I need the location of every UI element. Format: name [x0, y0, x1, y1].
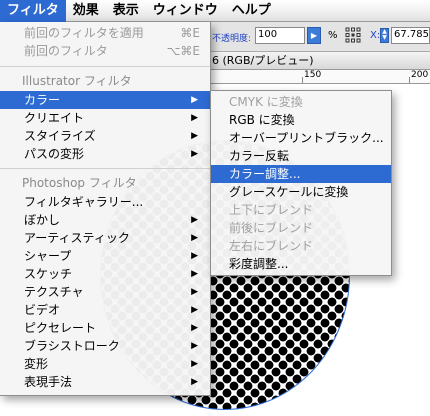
ruler-tick [409, 77, 410, 83]
menu-item-create[interactable]: クリエイト ▶ [0, 109, 210, 127]
menu-item-stylize-ps[interactable]: 表現手法 ▶ [0, 373, 210, 391]
menu-item-texture[interactable]: テクスチャ ▶ [0, 283, 210, 301]
submenu-item-convert-cmyk[interactable]: CMYK に変換 [211, 93, 391, 111]
menu-item-stylize[interactable]: スタイライズ ▶ [0, 127, 210, 145]
menu-item-sharpen[interactable]: シャープ ▶ [0, 247, 210, 265]
menu-view[interactable]: 表示 [106, 0, 146, 22]
menu-item-pixelate[interactable]: ピクセレート ▶ [0, 319, 210, 337]
menu-item-artistic[interactable]: アーティスティック ▶ [0, 229, 210, 247]
ruler-label: 150 [304, 70, 322, 80]
submenu-arrow-icon: ▶ [191, 287, 198, 297]
x-input[interactable]: 67.785 [391, 27, 430, 44]
x-label: X: [370, 30, 381, 41]
menu-item-distort-transform[interactable]: パスの変形 ▶ [0, 145, 210, 163]
submenu-arrow-icon: ▶ [191, 269, 198, 279]
submenu-arrow-icon: ▶ [191, 377, 198, 387]
horizontal-ruler: 150 200 [210, 70, 430, 84]
document-title: 6 (RGB/プレビュー) [210, 52, 430, 70]
menu-effect[interactable]: 効果 [66, 0, 106, 22]
submenu-arrow-icon: ▶ [191, 251, 198, 261]
filter-menu: 前回のフィルタを適用 ⌘E 前回のフィルタ ⌥⌘E Illustrator フィ… [0, 22, 211, 396]
submenu-arrow-icon: ▶ [191, 359, 198, 369]
opacity-label: 不透明度: [212, 34, 252, 44]
submenu-item-saturate[interactable]: 彩度調整... [211, 255, 391, 273]
submenu-item-invert-colors[interactable]: カラー反転 [211, 147, 391, 165]
menu-item-video[interactable]: ビデオ ▶ [0, 301, 210, 319]
submenu-item-adjust-colors[interactable]: カラー調整... [211, 165, 391, 183]
submenu-arrow-icon: ▶ [191, 149, 198, 159]
submenu-item-blend-horizontally[interactable]: 左右にブレンド [211, 237, 391, 255]
submenu-arrow-icon: ▶ [191, 323, 198, 333]
menu-item-brush-strokes[interactable]: ブラシストローク ▶ [0, 337, 210, 355]
submenu-arrow-icon: ▶ [191, 305, 198, 315]
menu-separator [0, 66, 210, 67]
submenu-arrow-icon: ▶ [191, 233, 198, 243]
opacity-dropdown-arrow[interactable]: ▶ [307, 27, 321, 44]
menu-item-filter-gallery[interactable]: フィルタギャラリー... [0, 193, 210, 211]
menu-item-sketch[interactable]: スケッチ ▶ [0, 265, 210, 283]
menu-item-distort[interactable]: 変形 ▶ [0, 355, 210, 373]
menu-item-blur[interactable]: ぼかし ▶ [0, 211, 210, 229]
submenu-item-convert-rgb[interactable]: RGB に変換 [211, 111, 391, 129]
shortcut-label: ⌥⌘E [166, 44, 200, 58]
color-submenu: CMYK に変換 RGB に変換 オーバープリントブラック... カラー反転 カ… [210, 90, 392, 276]
illustrator-filter-header: Illustrator フィルタ [22, 74, 132, 88]
shortcut-label: ⌘E [180, 26, 200, 40]
menu-item-apply-last-filter[interactable]: 前回のフィルタを適用 ⌘E [0, 24, 210, 42]
submenu-item-blend-vertically[interactable]: 上下にブレンド [211, 201, 391, 219]
submenu-item-convert-grayscale[interactable]: グレースケールに変換 [211, 183, 391, 201]
ruler-label: 200 [411, 70, 429, 80]
menu-bar: フィルタ 効果 表示 ウィンドウ ヘルプ [0, 0, 430, 22]
menu-filter[interactable]: フィルタ [0, 0, 66, 22]
submenu-arrow-icon: ▶ [191, 131, 198, 141]
opacity-unit: % [328, 30, 338, 41]
photoshop-filter-header: Photoshop フィルタ [22, 176, 137, 190]
reference-point-icon[interactable] [345, 27, 361, 43]
menu-window[interactable]: ウィンドウ [146, 0, 225, 22]
opacity-input[interactable]: 100 [255, 27, 305, 44]
ruler-tick [302, 77, 303, 83]
control-panel: 不透明度: 100 ▶ % X: ▲ ▼ 67.785 [210, 22, 430, 52]
menu-separator [0, 168, 210, 169]
menu-help[interactable]: ヘルプ [225, 0, 278, 22]
submenu-arrow-icon: ▶ [191, 95, 198, 105]
menu-item-last-filter[interactable]: 前回のフィルタ ⌥⌘E [0, 42, 210, 60]
menu-item-color[interactable]: カラー ▶ [0, 91, 210, 109]
submenu-arrow-icon: ▶ [191, 215, 198, 225]
submenu-arrow-icon: ▶ [191, 113, 198, 123]
x-stepper[interactable]: ▲ ▼ [380, 28, 389, 43]
submenu-item-blend-front-to-back[interactable]: 前後にブレンド [211, 219, 391, 237]
submenu-arrow-icon: ▶ [191, 341, 198, 351]
submenu-item-overprint-black[interactable]: オーバープリントブラック... [211, 129, 391, 147]
